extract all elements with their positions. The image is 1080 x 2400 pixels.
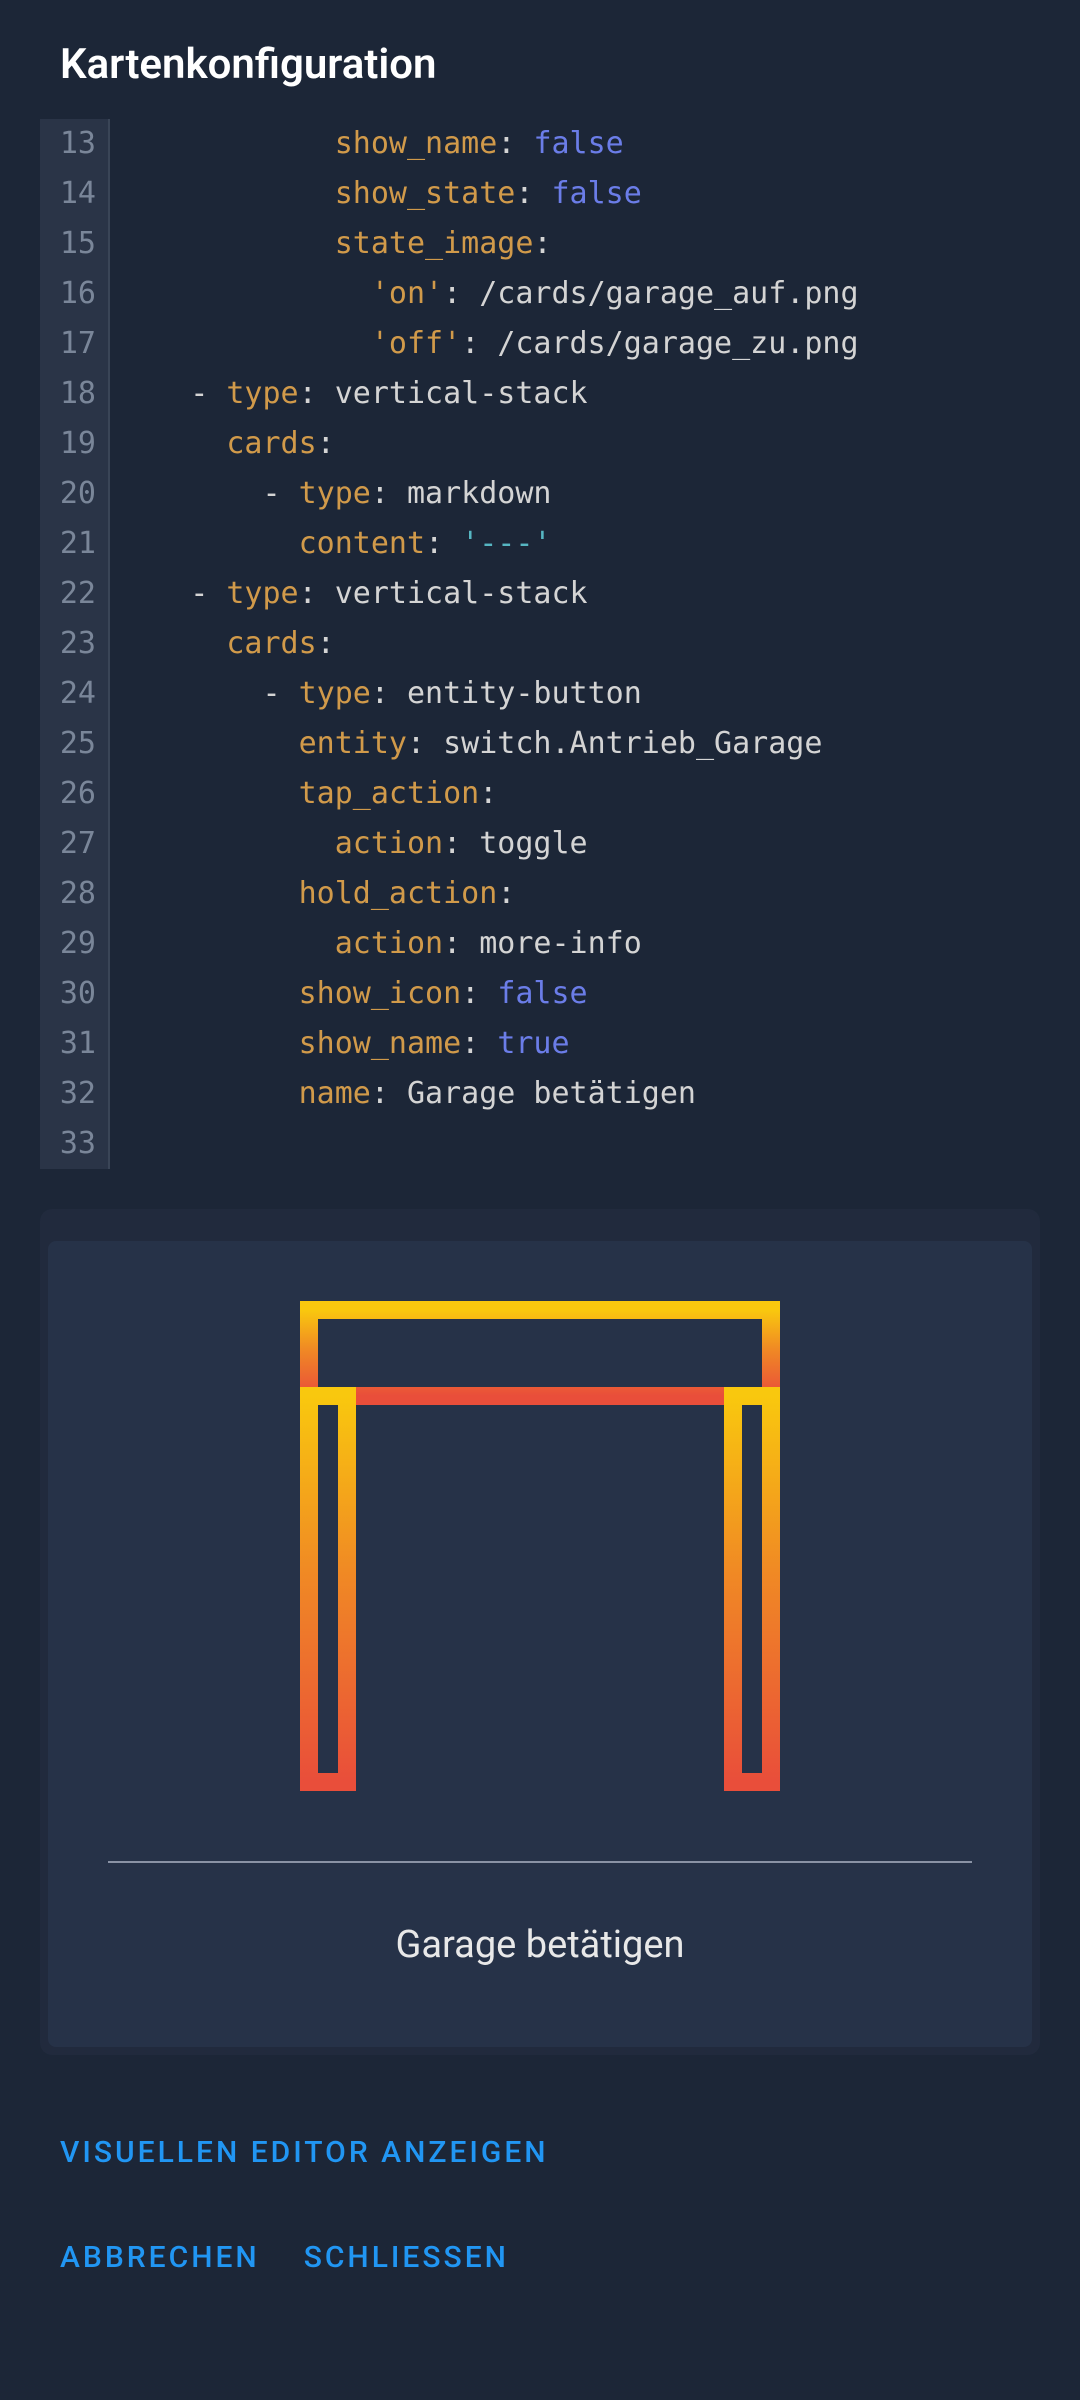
code-line[interactable]: name: Garage betätigen xyxy=(118,1069,859,1119)
code-content[interactable]: show_name: false show_state: false state… xyxy=(110,119,859,1169)
garage-icon-wrap[interactable] xyxy=(108,1281,972,1841)
line-number: 26 xyxy=(52,769,96,819)
line-number: 30 xyxy=(52,969,96,1019)
code-line[interactable]: 'off': /cards/garage_zu.png xyxy=(118,319,859,369)
code-line[interactable]: 'on': /cards/garage_auf.png xyxy=(118,269,859,319)
line-number: 29 xyxy=(52,919,96,969)
code-line[interactable]: state_image: xyxy=(118,219,859,269)
line-number: 14 xyxy=(52,169,96,219)
line-number: 32 xyxy=(52,1069,96,1119)
code-line[interactable]: - type: markdown xyxy=(118,469,859,519)
line-number: 13 xyxy=(52,119,96,169)
code-line[interactable]: hold_action: xyxy=(118,869,859,919)
show-visual-editor-button[interactable]: VISUELLEN EDITOR ANZEIGEN xyxy=(60,2135,549,2170)
line-number: 22 xyxy=(52,569,96,619)
line-number: 28 xyxy=(52,869,96,919)
code-line[interactable]: cards: xyxy=(118,419,859,469)
code-line[interactable]: - type: vertical-stack xyxy=(118,569,859,619)
close-button[interactable]: SCHLIESSEN xyxy=(304,2240,509,2275)
code-line[interactable]: cards: xyxy=(118,619,859,669)
line-number: 21 xyxy=(52,519,96,569)
code-line[interactable]: show_icon: false xyxy=(118,969,859,1019)
line-number: 17 xyxy=(52,319,96,369)
line-number: 27 xyxy=(52,819,96,869)
line-number-gutter: 1314151617181920212223242526272829303132… xyxy=(40,119,110,1169)
line-number: 33 xyxy=(52,1119,96,1169)
card-preview-container: Garage betätigen xyxy=(40,1209,1040,2055)
yaml-editor[interactable]: 1314151617181920212223242526272829303132… xyxy=(40,119,1040,1169)
line-number: 31 xyxy=(52,1019,96,1069)
line-number: 23 xyxy=(52,619,96,669)
code-line[interactable]: show_name: true xyxy=(118,1019,859,1069)
code-line[interactable]: content: '---' xyxy=(118,519,859,569)
code-line[interactable] xyxy=(118,1119,859,1169)
code-line[interactable]: show_name: false xyxy=(118,119,859,169)
line-number: 19 xyxy=(52,419,96,469)
dialog-actions: VISUELLEN EDITOR ANZEIGEN ABBRECHEN SCHL… xyxy=(40,2135,1040,2335)
code-line[interactable]: action: toggle xyxy=(118,819,859,869)
cancel-button[interactable]: ABBRECHEN xyxy=(60,2240,260,2275)
code-line[interactable]: tap_action: xyxy=(118,769,859,819)
garage-door-icon xyxy=(300,1301,780,1791)
line-number: 24 xyxy=(52,669,96,719)
entity-button-label[interactable]: Garage betätigen xyxy=(108,1923,972,1987)
code-line[interactable]: show_state: false xyxy=(118,169,859,219)
line-number: 18 xyxy=(52,369,96,419)
line-number: 25 xyxy=(52,719,96,769)
card-preview: Garage betätigen xyxy=(48,1241,1032,2047)
line-number: 16 xyxy=(52,269,96,319)
code-line[interactable]: - type: vertical-stack xyxy=(118,369,859,419)
code-line[interactable]: action: more-info xyxy=(118,919,859,969)
line-number: 15 xyxy=(52,219,96,269)
page-title: Kartenkonfiguration xyxy=(60,40,1040,89)
line-number: 20 xyxy=(52,469,96,519)
preview-divider xyxy=(108,1861,972,1863)
code-line[interactable]: - type: entity-button xyxy=(118,669,859,719)
code-line[interactable]: entity: switch.Antrieb_Garage xyxy=(118,719,859,769)
